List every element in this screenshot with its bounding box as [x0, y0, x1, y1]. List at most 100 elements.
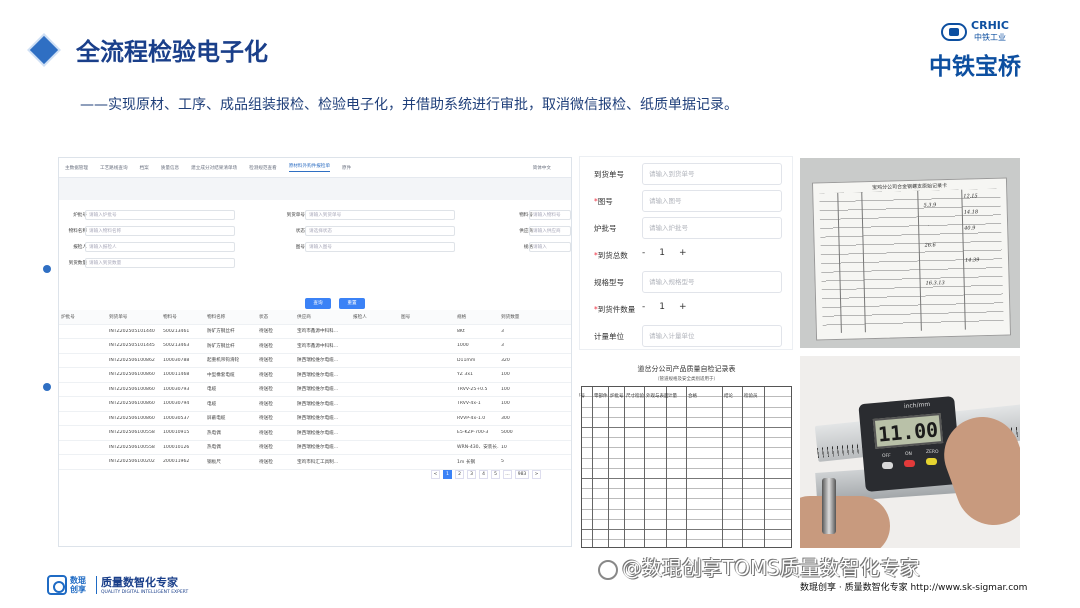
form-input[interactable]: 请输入图号: [642, 190, 782, 212]
page-button[interactable]: <: [431, 470, 440, 479]
page-button[interactable]: 2: [455, 470, 464, 479]
caliper-on-label: ON: [905, 452, 912, 457]
table-row[interactable]: INTZ202506100558 100010126 热电偶 待送检 陕西瑞松维尔电缆.…: [59, 441, 571, 455]
column-header[interactable]: 到货数量: [499, 314, 535, 320]
stepper-plus-button[interactable]: +: [679, 248, 687, 258]
table-row[interactable]: INTZ202506100558 100010915 热电偶 待送检 陕西瑞松维尔电缆.…: [59, 426, 571, 441]
table-cell: INTZ202506100860: [109, 401, 155, 407]
form-row: *图号 请输入图号: [580, 188, 792, 214]
table-cell: 宝鸡市科汇工具制...: [297, 459, 339, 465]
column-header[interactable]: 报检人: [351, 314, 399, 320]
filter-input[interactable]: 请输入物料名称: [85, 226, 235, 236]
page-button[interactable]: 5: [491, 470, 500, 479]
table-row[interactable]: INTZ202505101445 500213463 防矿方钢丝杆 待送检 宝鸡市鑫源中…: [59, 339, 571, 354]
table-row[interactable]: INTZ202506100862 100030788 起重机吊钩滑轮 待送检 陕西瑞松维…: [59, 354, 571, 368]
table-row[interactable]: INTZ202506100860 100030537 屏蔽电缆 待送检 陕西瑞松维尔电缆…: [59, 412, 571, 426]
tab-item[interactable]: 检测规范查看: [249, 165, 277, 171]
table-cell: 300: [501, 415, 510, 421]
digital-caliper-photo: inch/mm 11.00 OFF ON ZERO: [800, 356, 1020, 548]
search-button[interactable]: 查询: [305, 298, 331, 309]
tab-item[interactable]: 工艺路线查询: [100, 165, 128, 171]
table-cell: 宝鸡市鑫源中科科...: [297, 343, 339, 349]
table-row[interactable]: INTZ202506100202 200011962 钢板尺 待送检 宝鸡市科汇工具制.…: [59, 455, 571, 470]
toolbar-area: [59, 178, 571, 200]
self-inspection-form-scan: 道岔分公司产品质量自检记录表 （管道规格及安全类别适用于） 序号 零部件炉批号尺寸…: [579, 356, 794, 548]
table-row[interactable]: INTZ202506100860 100030793 电缆 待送检 陕西瑞松维尔电缆..…: [59, 383, 571, 397]
filter-input[interactable]: 请输入: [529, 242, 571, 252]
quantity-stepper[interactable]: - 1 +: [642, 248, 687, 258]
table-row[interactable]: INTZ202505101440 500213461 防矿方钢丝杆 待送检 宝鸡市鑫源中…: [59, 325, 571, 339]
tab-item[interactable]: 建立成分对结果清单场: [191, 165, 237, 171]
table-row[interactable]: INTZ202506100860 100030794 电缆 待送检 陕西瑞松维尔电缆..…: [59, 397, 571, 412]
table-cell: 热电偶: [207, 430, 221, 436]
table-cell: 陕西瑞松维尔电缆...: [297, 445, 339, 451]
page-button[interactable]: …: [503, 470, 512, 479]
table-cell: 待送检: [259, 343, 273, 349]
quantity-stepper[interactable]: - 1 +: [642, 302, 687, 312]
table-cell: 待送检: [259, 401, 273, 407]
column-header[interactable]: 物料号: [161, 314, 205, 320]
form-row: 炉批号 请输入炉批号: [580, 215, 792, 241]
form-input[interactable]: 请输入计量单位: [642, 325, 782, 347]
filter-input[interactable]: 请输入图号: [305, 242, 455, 252]
page-button[interactable]: >: [532, 470, 541, 479]
filter-input[interactable]: 请输入到货单号: [305, 210, 455, 220]
filter-input[interactable]: 请选择状态: [305, 226, 455, 236]
reset-button[interactable]: 重置: [339, 298, 365, 309]
table-cell: 320: [501, 357, 510, 363]
column-header[interactable]: 状态: [257, 314, 295, 320]
form-input[interactable]: 请输入到货单号: [642, 163, 782, 185]
tab-item[interactable]: 主数据管理: [65, 165, 88, 171]
footer-logo-icon: [47, 574, 67, 595]
self-inspection-title: 道岔分公司产品质量自检记录表: [637, 365, 736, 373]
table-cell: E5-KZP-700-3: [457, 430, 489, 436]
table-cell: INTZ202506100860: [109, 415, 155, 421]
form-label: *到货件数量: [594, 304, 635, 315]
stepper-plus-button[interactable]: +: [679, 302, 687, 312]
tab-item[interactable]: 档案: [140, 165, 149, 171]
table-row[interactable]: INTZ202506100860 100011468 中型橡套电缆 待送检 陕西瑞松维尔…: [59, 368, 571, 383]
column-header[interactable]: 物料名称: [205, 314, 257, 320]
table-cell: INTZ202505101440: [109, 328, 155, 334]
column-header[interactable]: 供应商: [295, 314, 351, 320]
self-inspection-subtitle: （管道规格及安全类别适用于）: [655, 377, 718, 382]
table-cell: 100030794: [163, 401, 190, 407]
column-header[interactable]: 规格: [455, 314, 499, 320]
stepper-minus-button[interactable]: -: [642, 248, 645, 258]
footer-logo-cn: 数琨 创享: [70, 576, 92, 594]
column-header[interactable]: 炉批号: [59, 314, 107, 320]
filter-label: 炉批号: [73, 213, 87, 218]
form-label: 炉批号: [594, 223, 617, 234]
table-header: 炉批号 到货单号 物料号 物料名称 状态 供应商 报检人 图号 规格 到货数量: [59, 310, 571, 325]
table-gridline: [624, 387, 625, 547]
tab-item[interactable]: 质量信息: [161, 165, 179, 171]
table-cell: 100030793: [163, 386, 190, 392]
tab-item[interactable]: 原件: [342, 165, 351, 171]
filter-input[interactable]: 请输入报检人: [85, 242, 235, 252]
table-cell: 500213463: [163, 343, 190, 349]
page-button[interactable]: 983: [515, 470, 529, 479]
tab-item[interactable]: 原材料外购件报检单: [288, 163, 331, 172]
title-row: 全流程检验电子化: [29, 32, 268, 67]
page-button[interactable]: 4: [479, 470, 488, 479]
column-header[interactable]: 到货单号: [107, 314, 161, 320]
filter-input[interactable]: 请输入供应商: [529, 226, 571, 236]
column-header[interactable]: 图号: [399, 314, 455, 320]
form-input[interactable]: 请输入炉批号: [642, 217, 782, 239]
page-button[interactable]: 1: [443, 470, 452, 479]
language-selector[interactable]: 简体中文: [533, 165, 551, 171]
table-cell: 陕西瑞松维尔电缆...: [297, 401, 339, 407]
form-label: *图号: [594, 196, 613, 207]
stepper-minus-button[interactable]: -: [642, 302, 645, 312]
filter-input[interactable]: 请输入物料号: [529, 210, 571, 220]
filter-input[interactable]: 请输入到货数量: [85, 258, 235, 268]
form-input[interactable]: 请输入规格型号: [642, 271, 782, 293]
filter-input[interactable]: 请输入炉批号: [85, 210, 235, 220]
table-cell: INTZ202506100558: [109, 444, 155, 450]
footer-logo-cn-line2: 创享: [70, 584, 86, 594]
form-label-text: 炉批号: [594, 224, 617, 233]
form-row: *到货总数 - 1 +: [580, 242, 792, 268]
caliper-zero-label: ZERO: [926, 450, 939, 455]
caliper-reading: 11.00: [872, 413, 944, 449]
page-button[interactable]: 3: [467, 470, 476, 479]
